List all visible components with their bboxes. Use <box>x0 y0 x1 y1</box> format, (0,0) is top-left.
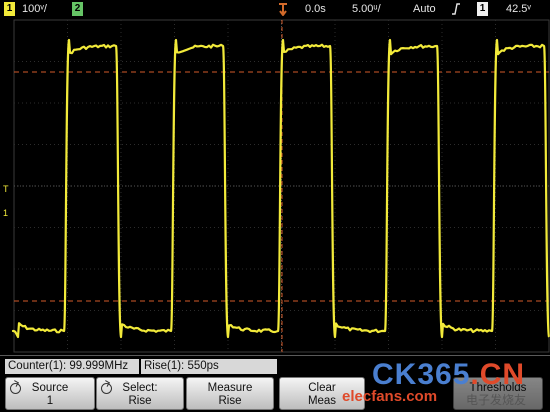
trigger-source-badge[interactable]: 1 <box>477 2 488 16</box>
trigger-level-marker: T <box>3 184 9 194</box>
source-value: 1 <box>46 395 54 407</box>
waveform-graticule: T1 <box>3 19 550 353</box>
trigger-position-icon <box>278 2 288 17</box>
rising-edge-icon <box>451 2 461 16</box>
status-bar: 1 100ᵛ/ 2 0.0s 5.00ᵘ/ Auto 1 42.5ᵛ <box>0 0 550 18</box>
ck365-logo: CK365.CN <box>372 358 526 391</box>
measure-rise-softkey[interactable]: Measure Rise <box>186 377 274 410</box>
measure-value: Rise <box>218 395 242 407</box>
counter-readout: Counter(1): 99.999MHz <box>5 359 139 374</box>
trigger-mode: Auto <box>413 3 436 15</box>
waveform-display: T1 <box>0 18 550 355</box>
rise-time-readout: Rise(1): 550ps <box>141 359 277 374</box>
channel-1-ground-marker: 1 <box>3 208 8 218</box>
source-softkey[interactable]: Source 1 <box>5 377 95 410</box>
select-softkey[interactable]: Select: Rise <box>96 377 184 410</box>
select-value: Rise <box>128 395 152 407</box>
source-label: Source <box>31 382 69 394</box>
channel-1-badge[interactable]: 1 <box>4 2 15 16</box>
channel-1-scale: 100ᵛ/ <box>22 3 47 15</box>
channel-2-badge[interactable]: 2 <box>72 2 83 16</box>
elecfans-logo: elecfans.com <box>342 388 438 405</box>
select-label: Select: <box>122 382 158 394</box>
elecfans-chinese-logo: 电子发烧友 <box>466 393 527 407</box>
trigger-level: 42.5ᵛ <box>506 3 531 15</box>
timebase-scale: 5.00ᵘ/ <box>352 3 381 15</box>
time-position: 0.0s <box>305 3 326 15</box>
measure-label: Measure <box>207 382 253 394</box>
